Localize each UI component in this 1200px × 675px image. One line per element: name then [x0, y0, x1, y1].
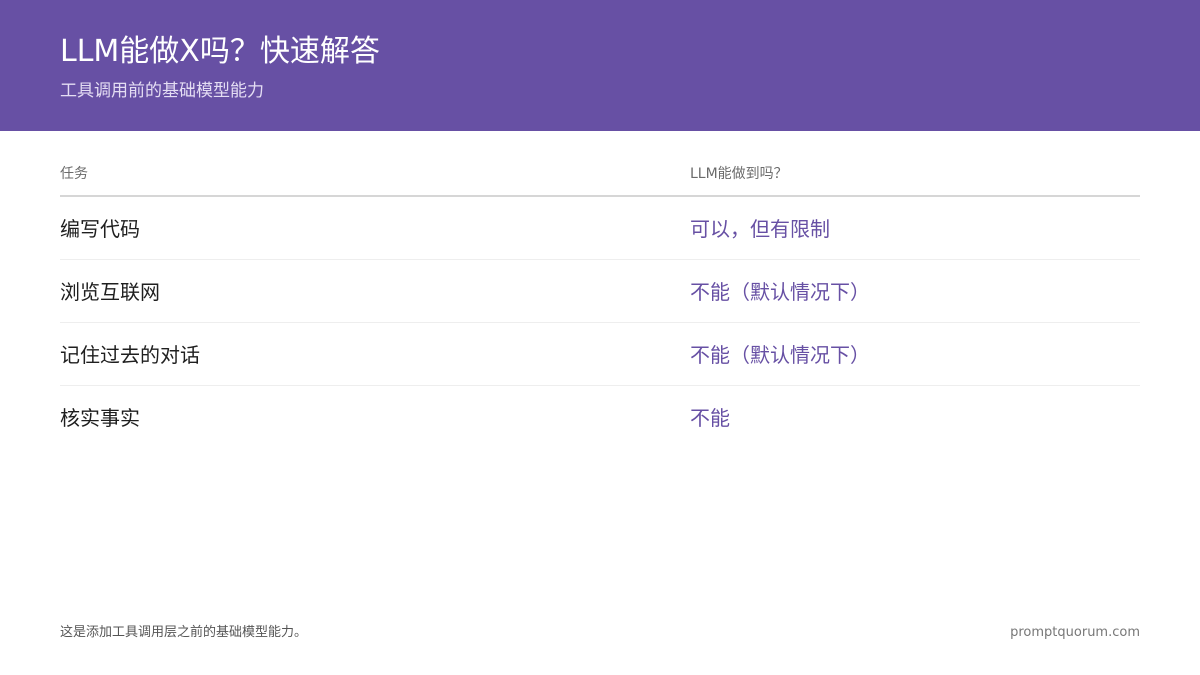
column-header-answer: LLM能做到吗？ [690, 166, 788, 182]
answer-cell: 不能 [690, 406, 730, 430]
capability-table: 任务 LLM能做到吗？ 编写代码 可以，但有限制 浏览互联网 不能（默认情况下）… [60, 153, 1140, 448]
footer-note: 这是添加工具调用层之前的基础模型能力。 [60, 625, 308, 640]
answer-cell: 可以，但有限制 [690, 217, 830, 241]
answer-cell: 不能（默认情况下） [690, 343, 870, 367]
header-banner: LLM能做X吗？快速解答 工具调用前的基础模型能力 [0, 0, 1200, 131]
task-cell: 浏览互联网 [60, 280, 160, 304]
page-title: LLM能做X吗？快速解答 [60, 34, 380, 69]
task-cell: 编写代码 [60, 217, 140, 241]
table-row: 记住过去的对话 不能（默认情况下） [60, 323, 1140, 386]
task-cell: 记住过去的对话 [60, 343, 200, 367]
task-cell: 核实事实 [60, 406, 140, 430]
table-row: 浏览互联网 不能（默认情况下） [60, 260, 1140, 323]
table-row: 核实事实 不能 [60, 386, 1140, 448]
answer-cell: 不能（默认情况下） [690, 280, 870, 304]
table-header-row: 任务 LLM能做到吗？ [60, 153, 1140, 197]
column-header-task: 任务 [60, 166, 88, 182]
page-subtitle: 工具调用前的基础模型能力 [60, 81, 264, 101]
table-row: 编写代码 可以，但有限制 [60, 197, 1140, 260]
footer-site-link[interactable]: promptquorum.com [1010, 624, 1140, 642]
